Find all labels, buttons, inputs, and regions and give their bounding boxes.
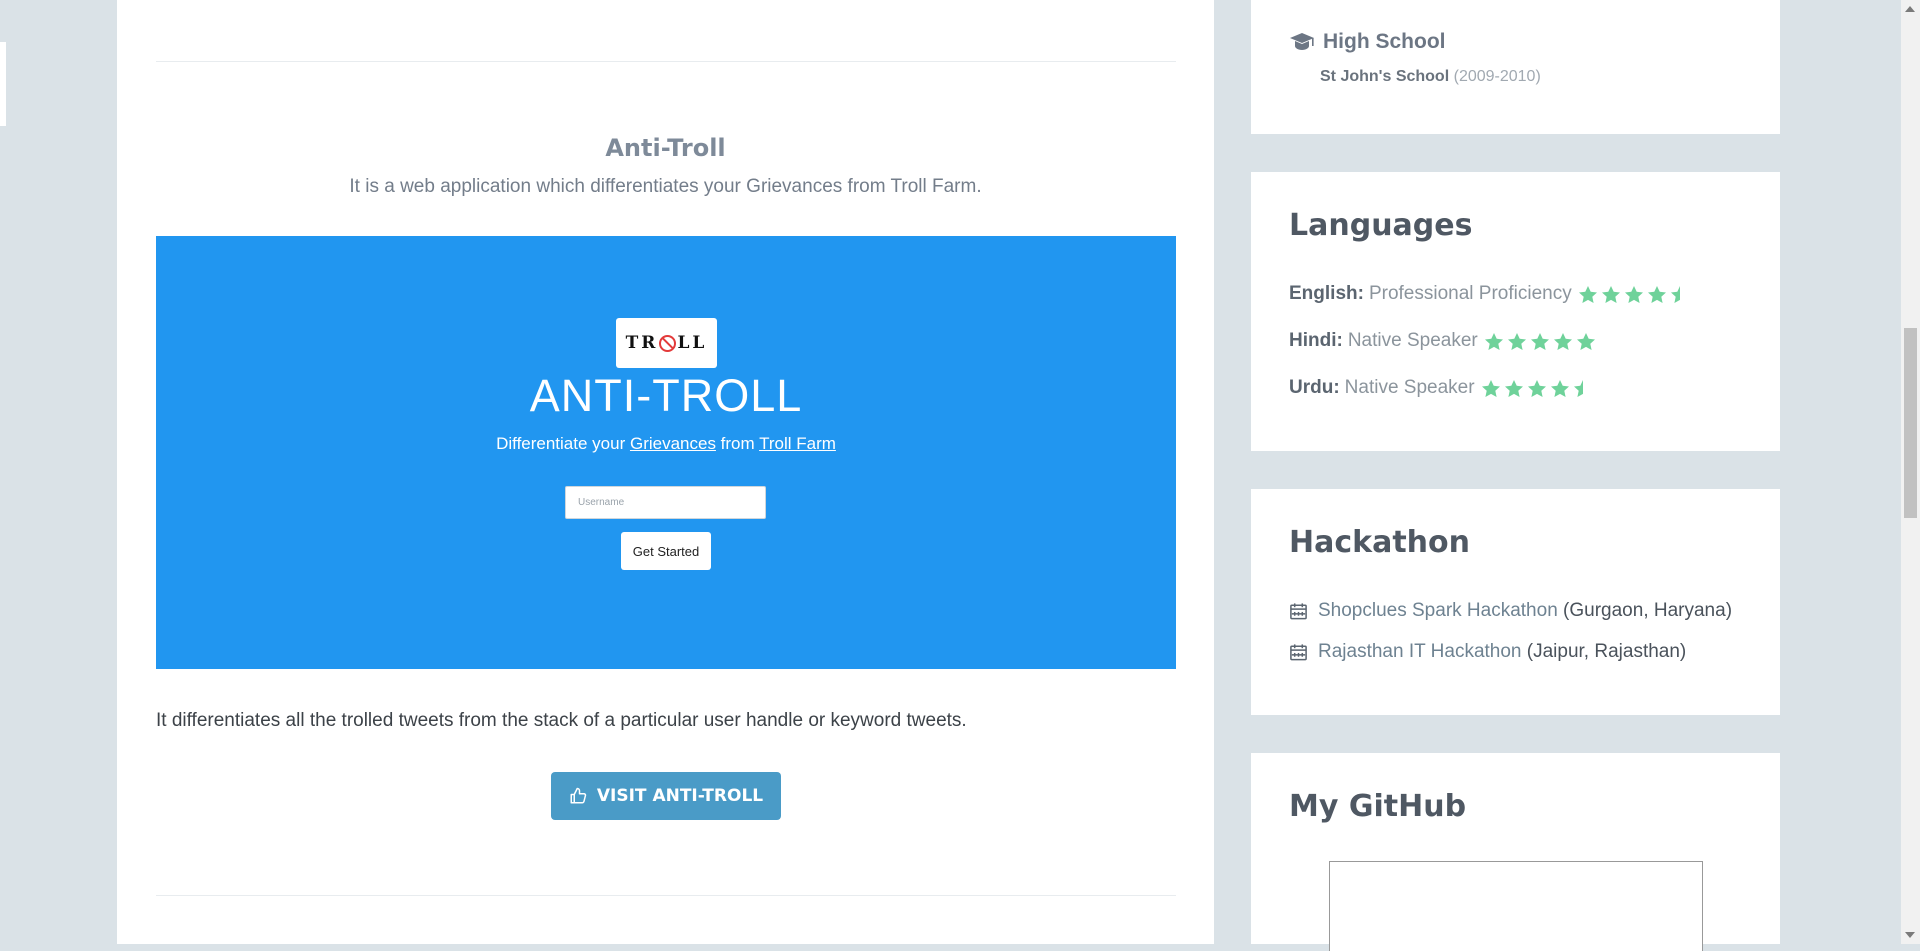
username-input[interactable] [565,486,766,519]
languages-card: Languages English: Professional Proficie… [1251,172,1780,451]
visit-label: VISIT ANTI-TROLL [596,786,764,806]
star-icon [1550,379,1569,397]
divider-top [156,61,1176,62]
rating-stars [1484,332,1596,351]
star-icon [1527,379,1546,397]
scroll-down-arrow[interactable] [1905,932,1915,938]
screenshot-heading: ANTI-TROLL [529,370,803,421]
rating-stars [1481,379,1593,398]
grievances-link[interactable]: Grievances [630,434,716,453]
thumbs-up-icon [570,787,587,804]
hackathon-item: Shopclues Spark Hackathon (Gurgaon, Hary… [1289,600,1732,622]
star-icon [1647,285,1666,303]
hackathon-link[interactable]: Rajasthan IT Hackathon [1318,641,1522,662]
hackathon-card: Hackathon Shopclues Spark Hackathon (Gur… [1251,489,1780,715]
github-card: My GitHub [1251,753,1780,951]
education-title: High School [1323,30,1446,53]
calendar-icon [1290,603,1307,620]
language-item: English: Professional Proficiency [1289,283,1690,305]
star-icon [1484,332,1503,350]
star-icon [1578,285,1597,303]
star-icon [1504,379,1523,397]
rating-stars [1578,285,1690,304]
hackathon-item: Rajasthan IT Hackathon (Jaipur, Rajastha… [1289,641,1686,663]
languages-heading: Languages [1289,208,1473,243]
project-detail: It differentiates all the trolled tweets… [156,710,967,731]
scroll-up-arrow[interactable] [1905,6,1915,12]
star-icon [1507,332,1526,350]
ban-icon [659,334,677,352]
screenshot-subtitle: Differentiate your Grievances from Troll… [496,434,836,453]
star-icon [1553,332,1572,350]
troll-logo: TR LL [616,318,717,368]
visit-anti-troll-button[interactable]: VISIT ANTI-TROLL [551,772,781,820]
project-description: It is a web application which differenti… [349,176,982,197]
graduation-cap-icon [1290,33,1314,50]
education-subtitle: St John's School (2009-2010) [1320,68,1541,86]
get-started-button[interactable]: Get Started [621,532,711,570]
project-screenshot: TR LL ANTI-TROLL Differentiate your Griev… [156,236,1176,669]
star-icon [1530,332,1549,350]
star-icon [1601,285,1620,303]
language-item: Hindi: Native Speaker [1289,330,1596,352]
page-scrollbar[interactable] [1901,0,1920,944]
school-name: St John's School [1320,68,1450,85]
troll-farm-link[interactable]: Troll Farm [759,434,836,453]
hackathon-link[interactable]: Shopclues Spark Hackathon [1318,600,1558,621]
hackathon-heading: Hackathon [1289,525,1470,560]
left-edge-tab [0,42,6,126]
star-icon [1576,332,1595,350]
half-star-icon [1573,379,1583,397]
language-item: Urdu: Native Speaker [1289,377,1593,399]
half-star-icon [1670,285,1680,303]
star-icon [1624,285,1643,303]
github-heading: My GitHub [1289,789,1467,824]
github-embed[interactable] [1329,861,1703,951]
project-title: Anti-Troll [605,134,726,162]
education-card: High School St John's School (2009-2010) [1251,0,1780,134]
star-icon [1481,379,1500,397]
calendar-icon [1290,644,1307,661]
scroll-thumb[interactable] [1904,328,1917,518]
school-years: (2009-2010) [1453,68,1541,85]
education-item: High School [1289,30,1446,54]
divider-bottom [156,895,1176,896]
main-content: Anti-Troll It is a web application which… [117,0,1214,944]
